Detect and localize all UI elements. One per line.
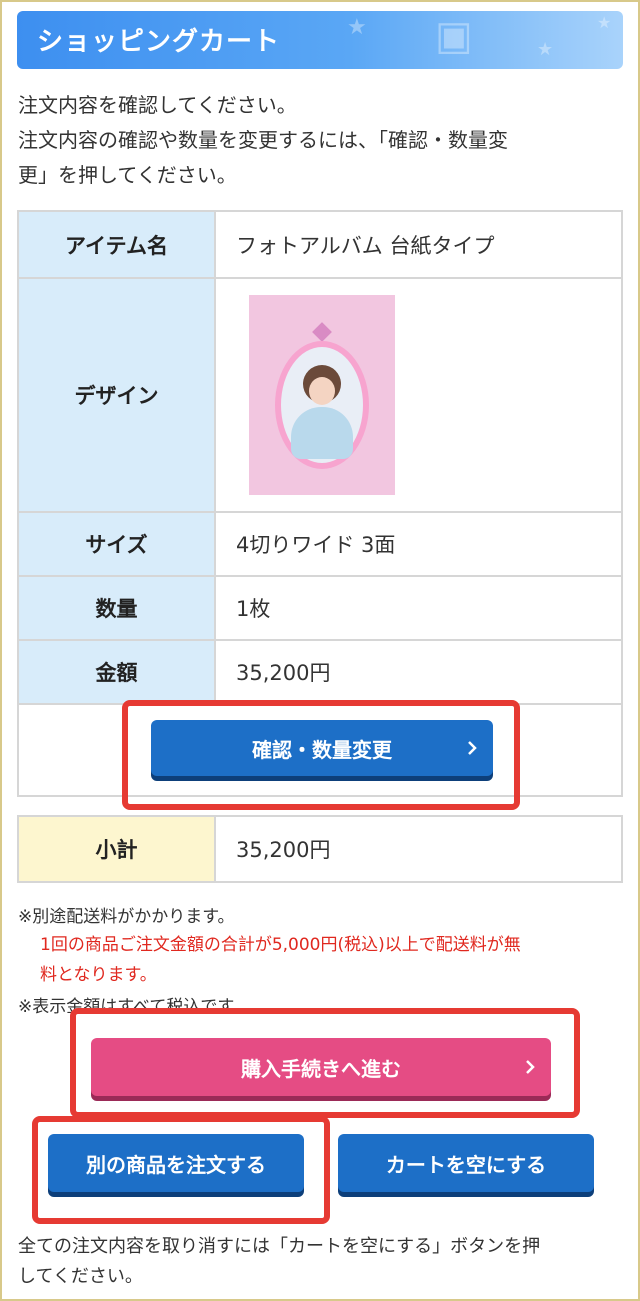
page-title: ショッピングカート (37, 27, 281, 57)
footer-line: してください。 (18, 1266, 143, 1287)
order-other-product-button[interactable]: 別の商品を注文する (48, 1134, 304, 1192)
quantity-value: 1枚 (214, 575, 623, 641)
footer-line: 全ての注文内容を取り消すには「カートを空にする」ボタンを押 (18, 1236, 541, 1257)
confirm-quantity-label: 確認・数量変更 (252, 737, 392, 762)
star-icon: ★ (597, 13, 612, 32)
confirm-quantity-button[interactable]: 確認・数量変更 (151, 720, 493, 776)
camera-icon: ▣ (435, 13, 473, 59)
intro-line: 更」を押してください。 (18, 163, 237, 187)
tiara-ornament (312, 322, 332, 342)
order-other-product-label: 別の商品を注文する (86, 1152, 266, 1177)
note-line: 1回の商品ご注文金額の合計が5,000円(税込)以上で配送料が無 (40, 935, 521, 955)
table-row: 数量 1枚 (17, 575, 623, 641)
empty-cart-button[interactable]: カートを空にする (338, 1134, 594, 1192)
size-value: 4切りワイド 3面 (214, 511, 623, 577)
row-label: アイテム名 (17, 210, 216, 279)
chevron-right-icon (526, 1060, 535, 1074)
row-label: 金額 (17, 639, 216, 705)
table-row: サイズ 4切りワイド 3面 (17, 511, 623, 577)
note-line: 料となります。 (40, 965, 157, 985)
subtotal-label: 小計 (17, 815, 216, 883)
table-row: デザイン (17, 277, 623, 513)
cart-table: アイテム名 フォトアルバム 台紙タイプ デザイン サイズ 4切りワイド 3面 数… (17, 210, 623, 797)
item-name-value: フォトアルバム 台紙タイプ (214, 210, 623, 279)
photo-frame (275, 341, 369, 469)
cancel-instruction: 全ての注文内容を取り消すには「カートを空にする」ボタンを押 してください。 (18, 1232, 618, 1292)
design-thumbnail[interactable] (249, 295, 395, 495)
free-shipping-note: 1回の商品ご注文金額の合計が5,000円(税込)以上で配送料が無 料となります。 (40, 930, 620, 990)
intro-text: 注文内容を確認してください。 注文内容の確認や数量を変更するには、「確認・数量変… (18, 88, 623, 193)
checkout-button[interactable]: 購入手続きへ進む (91, 1038, 551, 1096)
face-shape (309, 377, 335, 405)
tax-note: ※表示金額はすべて税込です。 (18, 997, 250, 1017)
shipping-note: ※別途配送料がかかります。 (18, 907, 235, 927)
row-label: 数量 (17, 575, 216, 641)
page-header: ★ ★ ▣ ★ ショッピングカート (17, 11, 623, 69)
dress-shape (291, 407, 353, 459)
design-cell (214, 277, 623, 513)
table-row: 小計 35,200円 (17, 815, 623, 883)
subtotal-value: 35,200円 (214, 815, 623, 883)
intro-line: 注文内容を確認してください。 (18, 93, 297, 117)
table-row: 金額 35,200円 (17, 639, 623, 705)
row-label: サイズ (17, 511, 216, 577)
price-value: 35,200円 (214, 639, 623, 705)
row-label: デザイン (17, 277, 216, 513)
intro-line: 注文内容の確認や数量を変更するには、「確認・数量変 (18, 128, 508, 152)
subtotal-table: 小計 35,200円 (17, 815, 623, 883)
empty-cart-label: カートを空にする (385, 1152, 547, 1177)
star-icon: ★ (537, 39, 554, 60)
chevron-right-icon (468, 741, 477, 755)
star-icon: ★ (347, 15, 367, 40)
table-row: アイテム名 フォトアルバム 台紙タイプ (17, 210, 623, 279)
checkout-label: 購入手続きへ進む (241, 1056, 401, 1081)
